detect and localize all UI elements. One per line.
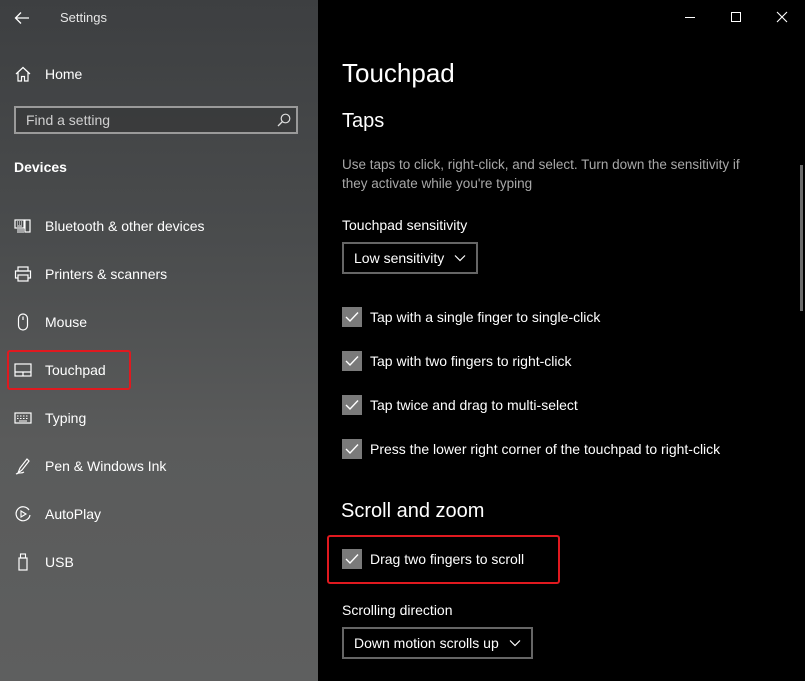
title-bar: Settings	[0, 0, 318, 36]
keyboard-icon	[14, 412, 32, 424]
touchpad-highlight-box	[7, 350, 131, 390]
pen-icon	[14, 457, 32, 475]
minimize-icon	[685, 17, 695, 18]
taps-heading: Taps	[342, 110, 385, 132]
option-tap-twice-drag[interactable]: Tap twice and drag to multi-select	[342, 394, 578, 416]
sidebar-item-label: USB	[45, 554, 74, 570]
close-button[interactable]	[759, 0, 805, 34]
sidebar-item-pen[interactable]: Pen & Windows Ink	[14, 454, 166, 478]
drag-scroll-highlight-box	[327, 535, 560, 584]
checkbox[interactable]	[342, 307, 362, 327]
checkmark-icon	[345, 312, 359, 323]
chevron-down-icon	[454, 255, 466, 262]
back-button[interactable]	[6, 4, 38, 32]
vertical-scrollbar[interactable]	[800, 165, 803, 311]
home-icon	[15, 66, 31, 82]
sensitivity-dropdown[interactable]: Low sensitivity	[342, 242, 479, 274]
maximize-icon	[731, 12, 741, 22]
usb-icon	[14, 553, 32, 571]
sensitivity-value: Low sensitivity	[354, 250, 445, 266]
search-box[interactable]	[14, 106, 298, 134]
page-title: Touchpad	[342, 58, 455, 88]
search-icon[interactable]	[272, 113, 296, 127]
sidebar-item-label: Printers & scanners	[45, 266, 168, 282]
sidebar-item-autoplay[interactable]: AutoPlay	[14, 502, 101, 526]
checkmark-icon	[345, 444, 359, 455]
option-single-finger-click[interactable]: Tap with a single finger to single-click	[342, 306, 600, 328]
section-title: Devices	[14, 159, 67, 175]
sidebar-item-usb[interactable]: USB	[14, 550, 74, 574]
sidebar-item-label: Pen & Windows Ink	[45, 458, 167, 474]
maximize-button[interactable]	[713, 0, 759, 34]
scrolling-direction-dropdown[interactable]: Down motion scrolls up	[342, 627, 533, 659]
settings-window: Settings Home Devices	[0, 0, 805, 681]
checkbox[interactable]	[342, 439, 362, 459]
option-label: Tap twice and drag to multi-select	[370, 397, 578, 413]
sidebar-item-typing[interactable]: Typing	[14, 406, 86, 430]
sensitivity-label: Touchpad sensitivity	[342, 217, 468, 233]
mouse-icon	[14, 313, 32, 331]
sidebar-item-label: Bluetooth & other devices	[45, 218, 205, 234]
scrolling-direction-value: Down motion scrolls up	[354, 635, 499, 651]
sidebar-item-label: AutoPlay	[45, 506, 102, 522]
window-controls	[667, 0, 805, 34]
sidebar: Settings Home Devices	[0, 0, 318, 681]
option-label: Tap with two fingers to right-click	[370, 353, 572, 369]
search-input[interactable]	[16, 111, 272, 129]
scroll-zoom-heading: Scroll and zoom	[341, 500, 485, 522]
checkbox[interactable]	[342, 351, 362, 371]
option-label: Tap with a single finger to single-click	[370, 309, 601, 325]
sidebar-item-mouse[interactable]: Mouse	[14, 310, 87, 334]
back-arrow-icon	[14, 12, 29, 24]
option-two-finger-right-click[interactable]: Tap with two fingers to right-click	[342, 350, 572, 372]
scrolling-direction-label: Scrolling direction	[342, 602, 453, 618]
sidebar-item-label: Typing	[45, 410, 87, 426]
home-nav-item[interactable]: Home	[14, 62, 82, 86]
sidebar-item-label: Mouse	[45, 314, 88, 330]
home-label: Home	[45, 66, 83, 82]
close-icon	[776, 11, 788, 23]
checkmark-icon	[345, 400, 359, 411]
option-label: Press the lower right corner of the touc…	[370, 441, 721, 457]
option-lower-right-corner[interactable]: Press the lower right corner of the touc…	[342, 438, 720, 460]
checkmark-icon	[345, 356, 359, 367]
printer-icon	[14, 266, 32, 282]
sidebar-item-printers[interactable]: Printers & scanners	[14, 262, 167, 286]
sidebar-item-bluetooth[interactable]: Bluetooth & other devices	[14, 214, 205, 238]
bluetooth-device-icon	[14, 218, 32, 234]
app-title: Settings	[60, 10, 107, 25]
checkbox[interactable]	[342, 395, 362, 415]
autoplay-icon	[14, 505, 32, 523]
chevron-down-icon	[509, 640, 521, 647]
taps-description: Use taps to click, right-click, and sele…	[342, 157, 740, 191]
minimize-button[interactable]	[667, 0, 713, 34]
content-pane: Touchpad Taps Use taps to click, right-c…	[318, 0, 805, 681]
